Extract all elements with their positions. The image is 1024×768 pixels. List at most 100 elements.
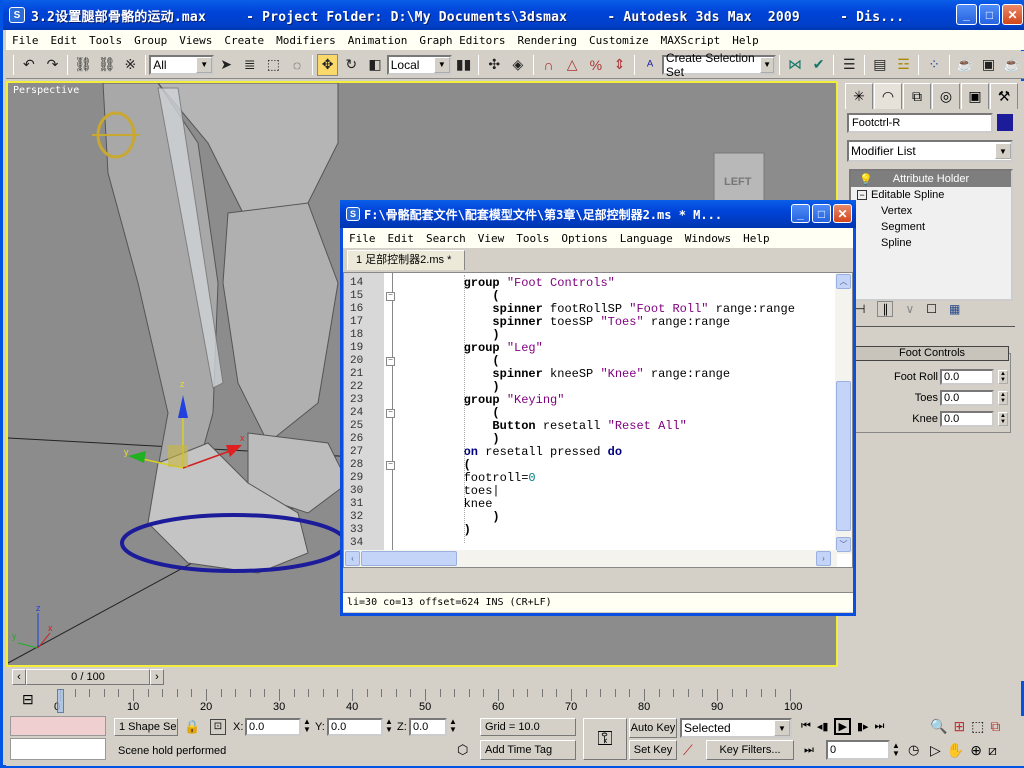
utilities-tab-icon[interactable]: ⚒ [990, 83, 1018, 109]
code-line[interactable]: 33 ) [344, 524, 852, 537]
code-editor[interactable]: 14 group "Foot Controls" 15− (16 spinner … [343, 272, 853, 568]
auto-key-button[interactable]: Auto Key [629, 718, 677, 738]
app-logo-icon[interactable]: S [9, 7, 25, 23]
remove-modifier-icon[interactable]: ☐ [926, 302, 937, 316]
editor-menu-help[interactable]: Help [743, 232, 770, 245]
lightbulb-icon[interactable]: 💡 [859, 173, 873, 186]
selection-lock-icon[interactable]: 🔒 [184, 719, 200, 735]
set-key-button[interactable]: Set Key [629, 740, 677, 760]
play-icon[interactable]: ▶ [834, 718, 851, 735]
current-frame-marker[interactable] [57, 689, 64, 713]
code-line[interactable]: 34 [344, 537, 852, 550]
time-slider[interactable]: ‹ 0 / 100 › [6, 669, 838, 687]
schematic-view-icon[interactable]: ☲ [893, 54, 915, 76]
menu-customize[interactable]: Customize [589, 34, 649, 47]
fold-toggle-icon[interactable]: − [386, 409, 395, 418]
rectangular-selection-icon[interactable]: ⬚ [263, 54, 285, 76]
default-in-out-tangent-icon[interactable]: ⟋ [683, 742, 693, 759]
spinner-arrows-icon[interactable]: ▲ ▼ [998, 370, 1008, 384]
window-crossing-icon[interactable]: ◌ [286, 54, 308, 76]
pivot-center-icon[interactable]: ▮▮ [453, 54, 475, 76]
spinner-arrows-icon[interactable]: ▲ ▼ [998, 391, 1008, 405]
horizontal-scrollbar[interactable]: ‹ › [344, 550, 837, 567]
spinner-value[interactable]: 0.0 [940, 369, 994, 385]
orbit-icon[interactable]: ⊕ [970, 742, 982, 759]
go-to-start-icon[interactable]: ⏮ [801, 720, 811, 733]
stack-item-spline[interactable]: Spline [851, 235, 1011, 251]
fold-toggle-icon[interactable]: − [386, 292, 395, 301]
collapse-icon[interactable]: − [857, 190, 867, 200]
scroll-up-icon[interactable]: ︿ [836, 274, 851, 289]
zoom-all-icon[interactable]: ⊞ [953, 718, 965, 735]
select-and-move-icon[interactable]: ✥ [316, 53, 339, 76]
toes-spinner[interactable]: Toes 0.0 ▲ ▼ [915, 390, 1008, 406]
pan-view-icon[interactable]: ✋ [947, 742, 964, 759]
fold-toggle-icon[interactable]: − [386, 357, 395, 366]
stack-item-segment[interactable]: Segment [851, 219, 1011, 235]
display-tab-icon[interactable]: ▣ [961, 83, 989, 109]
select-and-link-icon[interactable]: ⛓ [72, 54, 94, 76]
foot-controls-rollout-header[interactable]: Foot Controls [855, 346, 1009, 361]
pin-stack-icon[interactable]: ⊣ [855, 302, 865, 316]
key-mode-toggle-icon[interactable]: ⏭ [804, 744, 814, 757]
menu-tools[interactable]: Tools [89, 34, 122, 47]
field-of-view-icon[interactable]: ▷ [930, 742, 941, 759]
show-end-result-icon[interactable]: ∥ [877, 301, 894, 317]
fold-toggle-icon[interactable]: − [386, 461, 395, 470]
horizontal-scroll-thumb[interactable] [361, 551, 457, 566]
menu-rendering[interactable]: Rendering [517, 34, 577, 47]
render-setup-icon[interactable]: ☕ [954, 54, 976, 76]
select-and-scale-icon[interactable]: ◧ [364, 54, 386, 76]
create-tab-icon[interactable]: ✳ [845, 83, 873, 109]
editor-close-button[interactable]: ✕ [833, 204, 852, 223]
next-key-icon[interactable]: ▮▸ [857, 720, 869, 733]
editor-menu-language[interactable]: Language [620, 232, 673, 245]
material-editor-icon[interactable]: ⁘ [923, 54, 945, 76]
editor-menu-edit[interactable]: Edit [388, 232, 415, 245]
scroll-right-icon[interactable]: › [816, 551, 831, 566]
time-slider-thumb[interactable]: 0 / 100 [26, 669, 150, 685]
time-configuration-icon[interactable]: ◷ [908, 742, 919, 758]
foot-roll-spinner[interactable]: Foot Roll 0.0 ▲ ▼ [894, 369, 1008, 385]
snaps-toggle-icon[interactable]: ∩ [538, 54, 560, 76]
select-and-rotate-icon[interactable]: ↻ [340, 54, 362, 76]
current-frame-field[interactable]: 0 [826, 740, 890, 760]
menu-views[interactable]: Views [179, 34, 212, 47]
editor-menu-file[interactable]: File [349, 232, 376, 245]
frame-spinner-arrows-icon[interactable]: ▲ ▼ [892, 742, 900, 758]
menu-help[interactable]: Help [732, 34, 759, 47]
vertical-scrollbar[interactable]: ︿ ﹀ [835, 273, 852, 554]
selection-filter-dropdown[interactable]: All ▼ [149, 54, 215, 75]
track-bar[interactable]: ⊟ 0102030405060708090100 [6, 689, 838, 715]
editor-minimize-button[interactable]: _ [791, 204, 810, 223]
zoom-icon[interactable]: 🔍 [930, 718, 947, 735]
open-mini-curve-editor-icon[interactable]: ⊟ [22, 691, 34, 708]
z-spinner-arrows-icon[interactable]: ▲ ▼ [449, 718, 457, 734]
x-coordinate-field[interactable]: 0.0 [245, 718, 301, 736]
curve-editor-icon[interactable]: ▤ [869, 54, 891, 76]
modify-tab-icon[interactable]: ◠ [874, 83, 902, 109]
maximize-button[interactable]: □ [979, 4, 1000, 25]
undo-icon[interactable]: ↶ [18, 54, 40, 76]
edit-named-selection-icon[interactable]: ᴬ [639, 54, 661, 76]
editor-menu-view[interactable]: View [478, 232, 505, 245]
set-key-big-button[interactable]: ⚿ [583, 718, 627, 760]
spinner-snap-icon[interactable]: ⇕ [609, 54, 631, 76]
scroll-left-icon[interactable]: ‹ [345, 551, 360, 566]
scroll-down-icon[interactable]: ﹀ [836, 537, 851, 552]
percent-snap-icon[interactable]: % [585, 54, 607, 76]
absolute-mode-transform-icon[interactable]: ⊡ [210, 719, 226, 735]
knee-spinner[interactable]: Knee 0.0 ▲ ▼ [912, 411, 1008, 427]
editor-menu-tools[interactable]: Tools [516, 232, 549, 245]
previous-frame-button[interactable]: ‹ [12, 669, 26, 685]
key-mode-dropdown[interactable]: Selected ▼ [680, 718, 792, 738]
x-spinner-arrows-icon[interactable]: ▲ ▼ [303, 718, 311, 734]
modifier-list-dropdown[interactable]: Modifier List ▼ [847, 140, 1013, 162]
zoom-extents-all-icon[interactable]: ⧉ [990, 718, 1000, 735]
time-tag-icon[interactable]: ⬡ [457, 742, 468, 758]
go-to-end-icon[interactable]: ⏭ [875, 720, 885, 733]
maximize-viewport-icon[interactable]: ⧄ [988, 742, 997, 759]
menu-file[interactable]: File [12, 34, 39, 47]
menu-graph-editors[interactable]: Graph Editors [419, 34, 505, 47]
zoom-extents-icon[interactable]: ⬚ [971, 718, 984, 735]
